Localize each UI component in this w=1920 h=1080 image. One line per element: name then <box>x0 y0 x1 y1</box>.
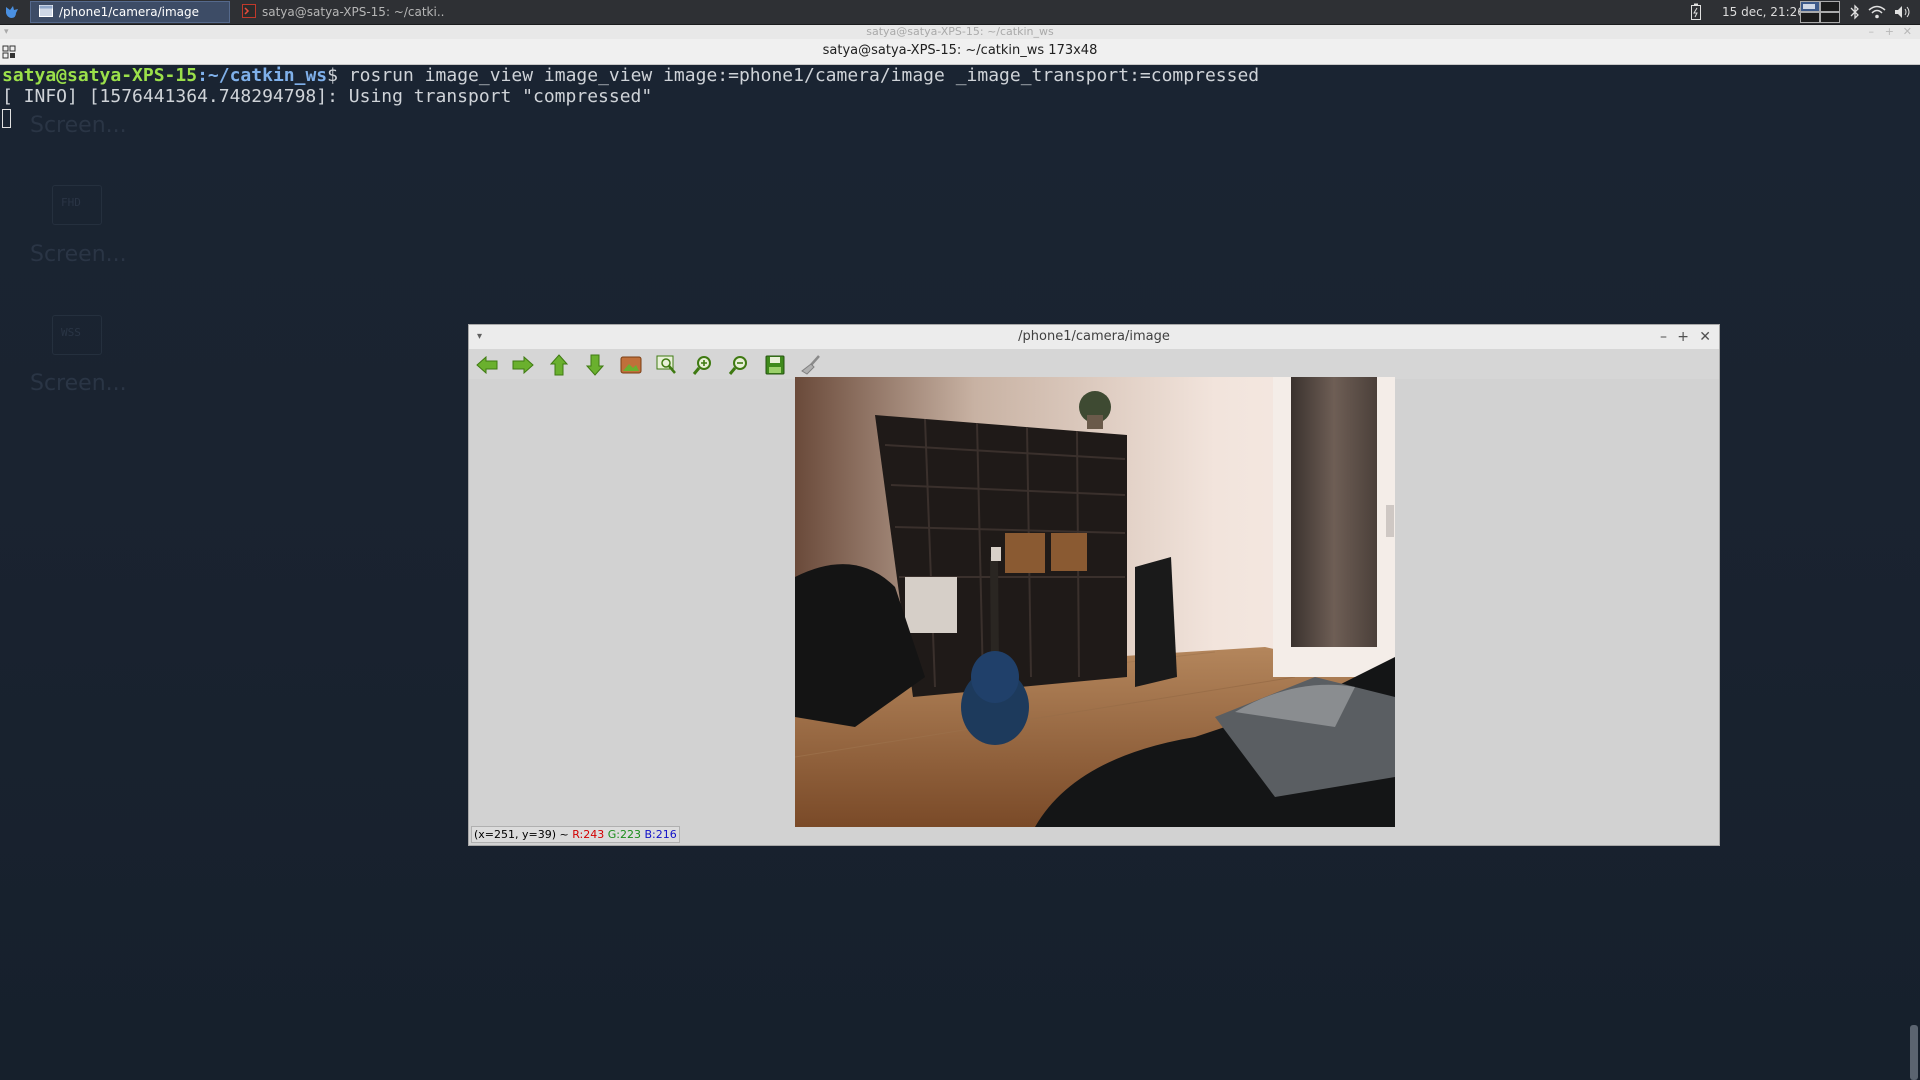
minimize-button[interactable]: – <box>1660 325 1667 349</box>
arrow-down-icon[interactable] <box>583 353 607 377</box>
window-menu-arrow-icon[interactable]: ▾ <box>4 25 9 39</box>
image-icon[interactable] <box>619 353 643 377</box>
status-blue-value: B:216 <box>644 828 677 841</box>
minimize-button[interactable]: – <box>1869 25 1875 39</box>
status-green-value: G:223 <box>607 828 641 841</box>
ghost-box-label: FHD <box>61 196 81 209</box>
wifi-icon[interactable] <box>1868 0 1886 24</box>
command-text: rosrun image_view image_view image:=phon… <box>348 65 1260 86</box>
output-line: [ INFO] [1576441364.748294798]: Using tr… <box>2 86 653 107</box>
pixel-status-bar: (x=251, y=39) ~ R:243 G:223 B:216 <box>471 826 680 843</box>
arrow-right-icon[interactable] <box>511 353 535 377</box>
zoom-in-icon[interactable] <box>691 353 715 377</box>
taskbar-item-terminal[interactable]: satya@satya-XPS-15: ~/catki... <box>234 1 444 23</box>
maximize-button[interactable]: + <box>1677 325 1689 349</box>
taskbar-item-label: satya@satya-XPS-15: ~/catki... <box>262 5 444 19</box>
prompt-separator: : <box>197 65 208 86</box>
prompt-user: satya@satya-XPS-15 <box>2 65 198 86</box>
clear-icon[interactable] <box>799 353 823 377</box>
ghost-label: Screen... <box>30 371 127 396</box>
zoom-out-icon[interactable] <box>727 353 751 377</box>
arrow-left-icon[interactable] <box>475 353 499 377</box>
window-menu-arrow-icon[interactable]: ▾ <box>477 325 482 349</box>
image-view-title-bar[interactable]: ▾ /phone1/camera/image – + ✕ <box>469 325 1719 349</box>
scrollbar-thumb[interactable] <box>1910 1025 1918 1080</box>
status-coords: (x=251, y=39) ~ <box>474 828 569 841</box>
command-line: satya@satya-XPS-15:~/catkin_ws$ rosrun i… <box>2 65 1259 86</box>
zoom-fit-icon[interactable] <box>655 353 679 377</box>
prompt-symbol: $ <box>327 65 349 86</box>
top-panel: /phone1/camera/image satya@satya-XPS-15:… <box>0 0 1920 25</box>
terminal-header: satya@satya-XPS-15: ~/catkin_ws 173x48 <box>0 39 1920 65</box>
terminal-header-title: satya@satya-XPS-15: ~/catkin_ws 173x48 <box>822 43 1098 58</box>
image-view-window: ▾ /phone1/camera/image – + ✕ (x=251, y=3… <box>468 324 1720 846</box>
ghost-label: Screen... <box>30 242 127 267</box>
ghost-label: Screen... <box>30 113 127 138</box>
close-button[interactable]: ✕ <box>1903 25 1912 39</box>
ghost-box: WSS <box>52 315 102 355</box>
terminal-cursor <box>2 109 11 128</box>
maximize-button[interactable]: + <box>1885 25 1894 39</box>
terminal-icon <box>242 3 256 21</box>
app-menu-icon[interactable] <box>2 2 22 22</box>
scrollbar-track[interactable] <box>1910 65 1918 1080</box>
battery-icon[interactable] <box>1690 0 1702 24</box>
ghost-box: FHD <box>52 185 102 225</box>
taskbar-item-label: /phone1/camera/image <box>59 5 200 19</box>
clock[interactable]: 15 dec, 21:26 <box>1722 0 1805 24</box>
save-icon[interactable] <box>763 353 787 377</box>
prompt-path: ~/catkin_ws <box>207 65 328 86</box>
image-view-title: /phone1/camera/image <box>1018 329 1170 344</box>
camera-image[interactable] <box>795 377 1395 827</box>
arrow-up-icon[interactable] <box>547 353 571 377</box>
taskbar-item-image-view[interactable]: /phone1/camera/image <box>30 1 230 23</box>
ghost-box-label: WSS <box>61 326 81 339</box>
volume-icon[interactable] <box>1894 0 1912 24</box>
terminal-title-bar: ▾ satya@satya-XPS-15: ~/catkin_ws – + ✕ <box>0 25 1920 39</box>
status-red-value: R:243 <box>572 828 605 841</box>
bluetooth-icon[interactable] <box>1850 0 1860 24</box>
window-icon <box>39 4 53 20</box>
terminal-title-faded: satya@satya-XPS-15: ~/catkin_ws <box>866 25 1054 38</box>
workspace-switcher[interactable] <box>1800 0 1840 24</box>
image-view-toolbar <box>469 349 1719 379</box>
close-button[interactable]: ✕ <box>1699 325 1711 349</box>
